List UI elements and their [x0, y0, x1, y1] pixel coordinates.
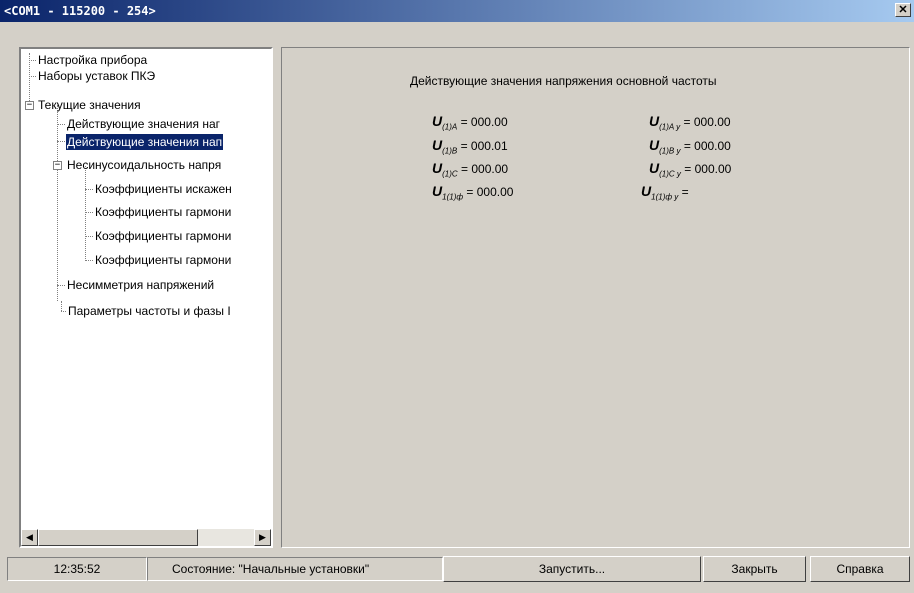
value-u1b-y: U(1)B y = 000.00 — [649, 137, 731, 155]
scroll-thumb[interactable] — [38, 529, 198, 546]
tree-line — [85, 260, 93, 261]
value-u1c-y: U(1)C y = 000.00 — [649, 160, 731, 178]
scroll-left-icon[interactable]: ◀ — [21, 529, 38, 546]
values-panel — [281, 47, 910, 548]
start-button[interactable]: Запустить... — [443, 556, 701, 582]
tree-line — [57, 124, 65, 125]
tree-item-harmonic-coef-3[interactable]: Коэффициенты гармони — [95, 252, 231, 268]
value-u1b: U(1)B = 000.01 — [432, 137, 508, 155]
panel-title: Действующие значения напряжения основной… — [410, 74, 717, 88]
tree-item-pqe-setpoints[interactable]: Наборы уставок ПКЭ — [38, 68, 155, 84]
value-u1-phi: U1(1)ф = 000.00 — [432, 183, 513, 201]
tree-line — [29, 60, 36, 61]
value-subscript: (1)A — [442, 122, 458, 132]
u-symbol: U — [432, 183, 443, 199]
tree-item-harmonic-coef-1[interactable]: Коэффициенты гармони — [95, 204, 231, 220]
tree-item-harmonic-coef-2[interactable]: Коэффициенты гармони — [95, 228, 231, 244]
value-text: = 000.01 — [460, 139, 508, 153]
tree-item-distortion-coef[interactable]: Коэффициенты искажен — [95, 181, 232, 197]
value-u1a: U(1)A = 000.00 — [432, 113, 508, 131]
tree-line — [85, 189, 93, 190]
value-text: = 000.00 — [461, 162, 509, 176]
u-symbol: U — [649, 160, 660, 176]
value-u1a-y: U(1)A y = 000.00 — [649, 113, 731, 131]
tree-line — [29, 76, 36, 77]
value-subscript: (1)A y — [659, 122, 681, 132]
tree-item-frequency-phase[interactable]: Параметры частоты и фазы I — [68, 303, 231, 319]
scroll-right-icon[interactable]: ▶ — [254, 529, 271, 546]
value-text: = 000.00 — [683, 139, 731, 153]
value-text: = 000.00 — [683, 115, 731, 129]
tree-line — [57, 285, 65, 286]
u-symbol: U — [432, 137, 443, 153]
help-button[interactable]: Справка — [810, 556, 910, 582]
collapse-icon[interactable]: − — [53, 161, 62, 170]
value-subscript: (1)C — [442, 169, 458, 179]
value-text: = 000.00 — [684, 162, 732, 176]
u-symbol: U — [649, 113, 660, 129]
value-u1-phi-y: U1(1)ф y = — [641, 183, 689, 201]
close-button[interactable]: Закрыть — [703, 556, 806, 582]
tree-line — [85, 236, 93, 237]
tree-item-device-settings[interactable]: Настройка прибора — [38, 52, 147, 68]
status-time: 12:35:52 — [7, 557, 147, 581]
tree-view[interactable]: − − Настройка прибора Наборы уставок ПКЭ… — [19, 47, 273, 548]
tree-item-rms-1[interactable]: Действующие значения наг — [67, 116, 220, 132]
horizontal-scrollbar[interactable]: ◀ ▶ — [21, 529, 271, 546]
value-text: = — [681, 185, 689, 199]
tree-line — [61, 311, 66, 312]
tree-line — [85, 212, 93, 213]
tree-item-non-sinusoidality[interactable]: Несинусоидальность напря — [67, 157, 221, 173]
u-symbol: U — [649, 137, 660, 153]
value-text: = 000.00 — [460, 115, 508, 129]
value-subscript: 1(1)ф y — [651, 192, 679, 202]
close-icon[interactable]: ✕ — [895, 3, 911, 17]
tree-item-current-values[interactable]: Текущие значения — [38, 97, 141, 113]
title-bar: <COM1 - 115200 - 254> ✕ — [0, 0, 914, 22]
tree-line — [85, 166, 86, 261]
tree-line — [57, 105, 58, 301]
u-symbol: U — [641, 183, 652, 199]
value-subscript: 1(1)ф — [442, 192, 464, 202]
value-subscript: (1)B y — [659, 146, 681, 156]
value-subscript: (1)C y — [659, 169, 681, 179]
tree-item-rms-2-selected[interactable]: Действующие значения нап — [66, 134, 224, 150]
value-subscript: (1)B — [442, 146, 458, 156]
tree-line — [61, 301, 62, 311]
u-symbol: U — [432, 113, 443, 129]
status-state: Состояние: "Начальные установки" — [147, 557, 443, 581]
value-text: = 000.00 — [466, 185, 514, 199]
collapse-icon[interactable]: − — [25, 101, 34, 110]
u-symbol: U — [432, 160, 443, 176]
tree-line — [57, 141, 65, 142]
window-title: <COM1 - 115200 - 254> — [4, 4, 156, 18]
tree-item-voltage-unbalance[interactable]: Несимметрия напряжений — [67, 277, 214, 293]
value-u1c: U(1)C = 000.00 — [432, 160, 508, 178]
